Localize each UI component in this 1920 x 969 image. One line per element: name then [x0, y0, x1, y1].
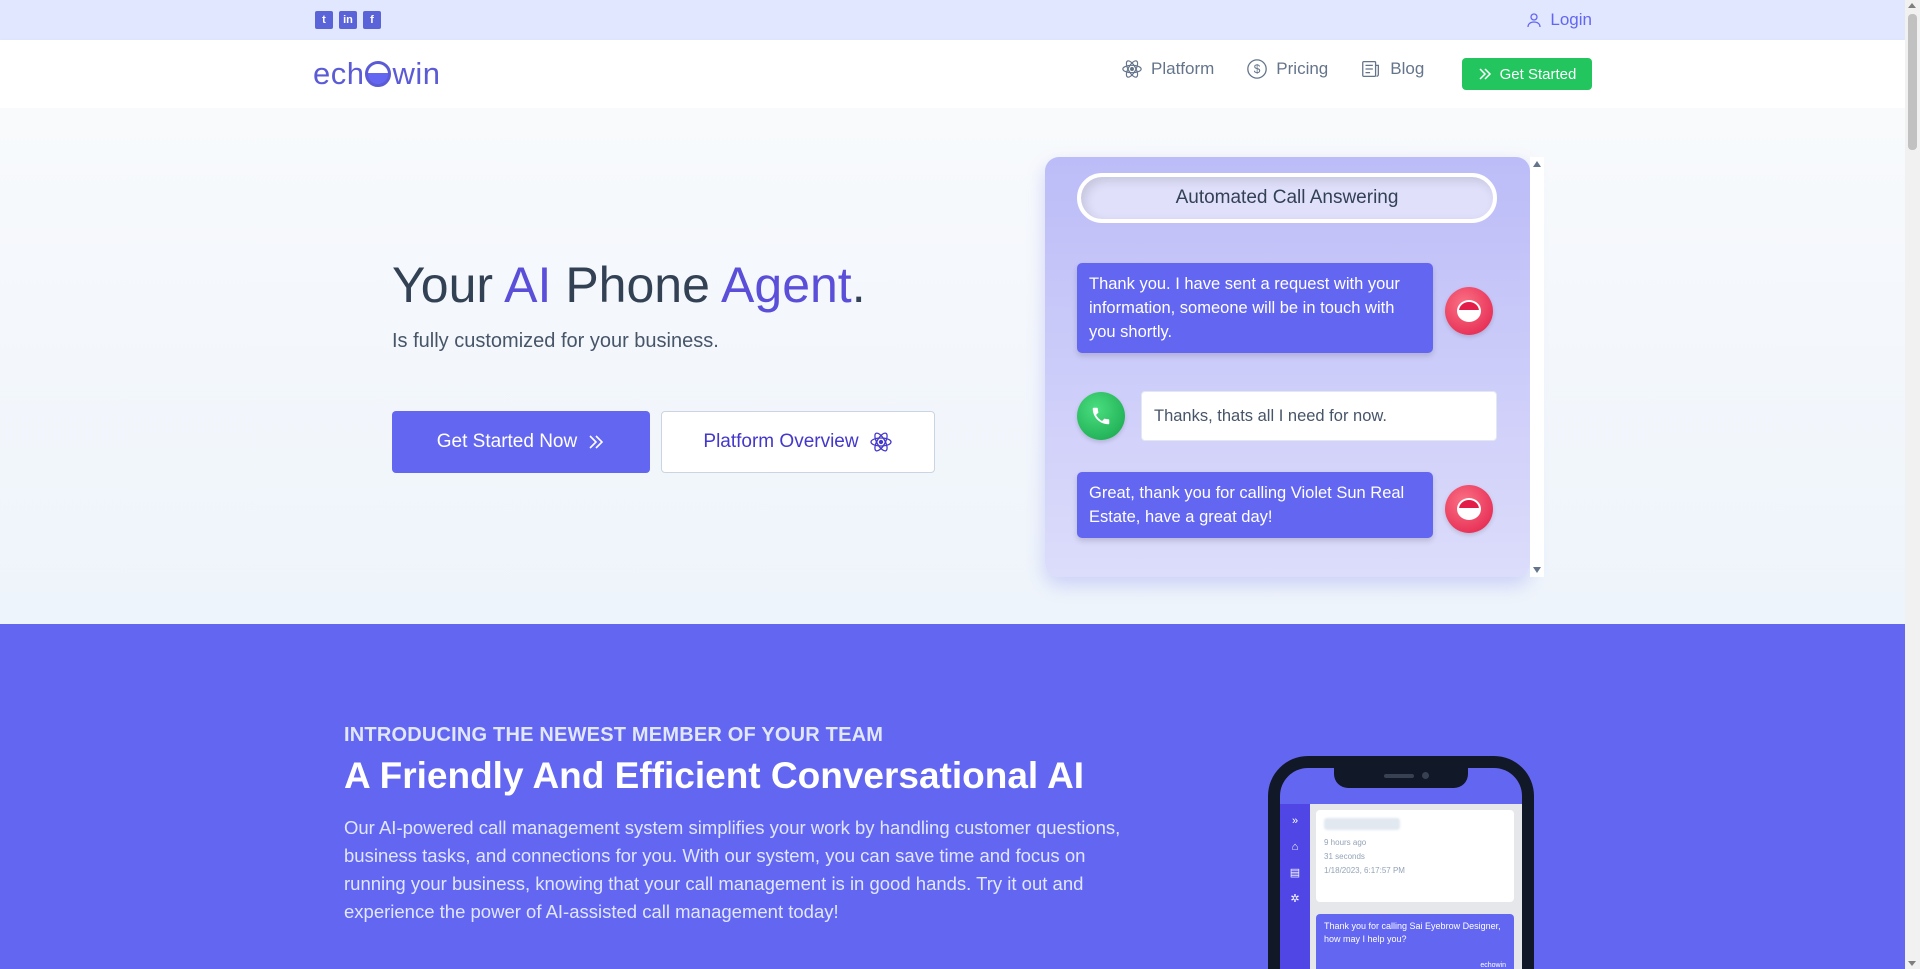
twitter-icon[interactable]: t [315, 11, 333, 29]
get-started-label: Get Started [1499, 65, 1577, 83]
call-duration: 31 seconds [1324, 852, 1365, 861]
intro-kicker: INTRODUCING THE NEWEST MEMBER OF YOUR TE… [344, 724, 884, 746]
platform-overview-label: Platform Overview [703, 431, 859, 452]
atom-icon [1122, 60, 1142, 78]
hero-title-period: . [851, 257, 866, 313]
phone-sidebar: » ⌂ ▤ ✲ [1280, 804, 1310, 969]
newspaper-icon [1362, 61, 1380, 77]
chevrons-right-icon [589, 435, 604, 449]
login-link[interactable]: Login [1526, 10, 1592, 30]
phone-notch [1334, 768, 1468, 788]
phone-main: 9 hours ago 31 seconds 1/18/2023, 6:17:5… [1310, 804, 1522, 969]
nav-platform-label: Platform [1151, 59, 1215, 78]
top-utility-bar: t in f Login [0, 0, 1905, 40]
hero-title-part: Phone [551, 257, 722, 313]
intro-body: Our AI-powered call management system si… [344, 817, 1121, 922]
chat-scrollbar[interactable] [1530, 157, 1544, 577]
platform-overview-button[interactable]: Platform Overview [661, 411, 935, 473]
logo-text-left: ech [313, 56, 365, 91]
chat-message-ai: Thank you. I have sent a request with yo… [1077, 263, 1433, 353]
settings-icon: ✲ [1290, 893, 1300, 905]
nav-pricing-label: Pricing [1276, 59, 1329, 78]
hero-title-accent: Agent [721, 257, 852, 313]
user-icon [1527, 13, 1542, 28]
call-card: 9 hours ago 31 seconds 1/18/2023, 6:17:5… [1316, 810, 1514, 902]
nav-blog[interactable]: Blog [1360, 58, 1424, 80]
phone-screen: » ⌂ ▤ ✲ 9 hours ago 31 seconds 1/18/2023… [1280, 768, 1522, 969]
get-started-now-label: Get Started Now [436, 431, 578, 452]
hero-section: Your AI Phone Agent. Is fully customized… [0, 108, 1905, 624]
ai-avatar-icon [1445, 485, 1493, 533]
logo-text-right: win [392, 56, 441, 91]
svg-text:$: $ [1254, 62, 1261, 76]
call-timestamp: 1/18/2023, 6:17:57 PM [1324, 866, 1405, 875]
social-links: t in f [315, 11, 381, 29]
chevrons-right-icon [1479, 68, 1491, 80]
copy-icon: ▤ [1289, 867, 1301, 879]
get-started-button[interactable]: Get Started [1462, 58, 1592, 90]
facebook-icon[interactable]: f [363, 11, 381, 29]
main-header: ech win Platform $ Pricing Blog Get Start… [0, 40, 1905, 108]
logo-mark-icon [365, 61, 392, 87]
call-time-ago: 9 hours ago [1324, 838, 1367, 847]
intro-section: INTRODUCING THE NEWEST MEMBER OF YOUR TE… [0, 624, 1905, 969]
intro-title: A Friendly And Efficient Conversational … [344, 755, 1085, 796]
nav-platform[interactable]: Platform [1121, 58, 1214, 80]
phone-mockup: » ⌂ ▤ ✲ 9 hours ago 31 seconds 1/18/2023… [1268, 756, 1534, 969]
ai-avatar-icon [1445, 287, 1493, 335]
phone-message-signature: echowin [1480, 962, 1506, 969]
nav-blog-label: Blog [1390, 59, 1425, 78]
home-icon: ⌂ [1291, 841, 1299, 853]
hero-subtitle: Is fully customized for your business. [392, 330, 719, 352]
hero-title-part: Your [392, 257, 505, 313]
login-label: Login [1550, 10, 1592, 29]
chat-heading: Automated Call Answering [1077, 173, 1497, 223]
main-nav: Platform $ Pricing Blog [1121, 58, 1424, 80]
chat-message-caller: Thanks, thats all I need for now. [1141, 391, 1497, 441]
blurred-phone-number [1324, 818, 1400, 830]
phone-message: Thank you for calling Sai Eyebrow Design… [1316, 914, 1514, 969]
chevrons-right-icon: » [1291, 815, 1299, 827]
phone-icon [1077, 392, 1125, 440]
get-started-now-button[interactable]: Get Started Now [392, 411, 650, 473]
chat-message-ai: Great, thank you for calling Violet Sun … [1077, 472, 1433, 538]
page-scrollbar[interactable] [1905, 0, 1920, 969]
nav-pricing[interactable]: $ Pricing [1246, 58, 1328, 80]
hero-title: Your AI Phone Agent. [392, 256, 866, 314]
dollar-circle-icon: $ [1247, 59, 1268, 79]
hero-title-accent: AI [504, 257, 552, 313]
chat-demo-card: Automated Call Answering Thank you. I ha… [1045, 157, 1530, 577]
linkedin-icon[interactable]: in [339, 11, 357, 29]
atom-icon [869, 432, 892, 452]
echowin-logo[interactable]: ech win [313, 56, 441, 92]
phone-message-text: Thank you for calling Sai Eyebrow Design… [1324, 921, 1501, 944]
scrollbar-thumb[interactable] [1908, 14, 1917, 150]
